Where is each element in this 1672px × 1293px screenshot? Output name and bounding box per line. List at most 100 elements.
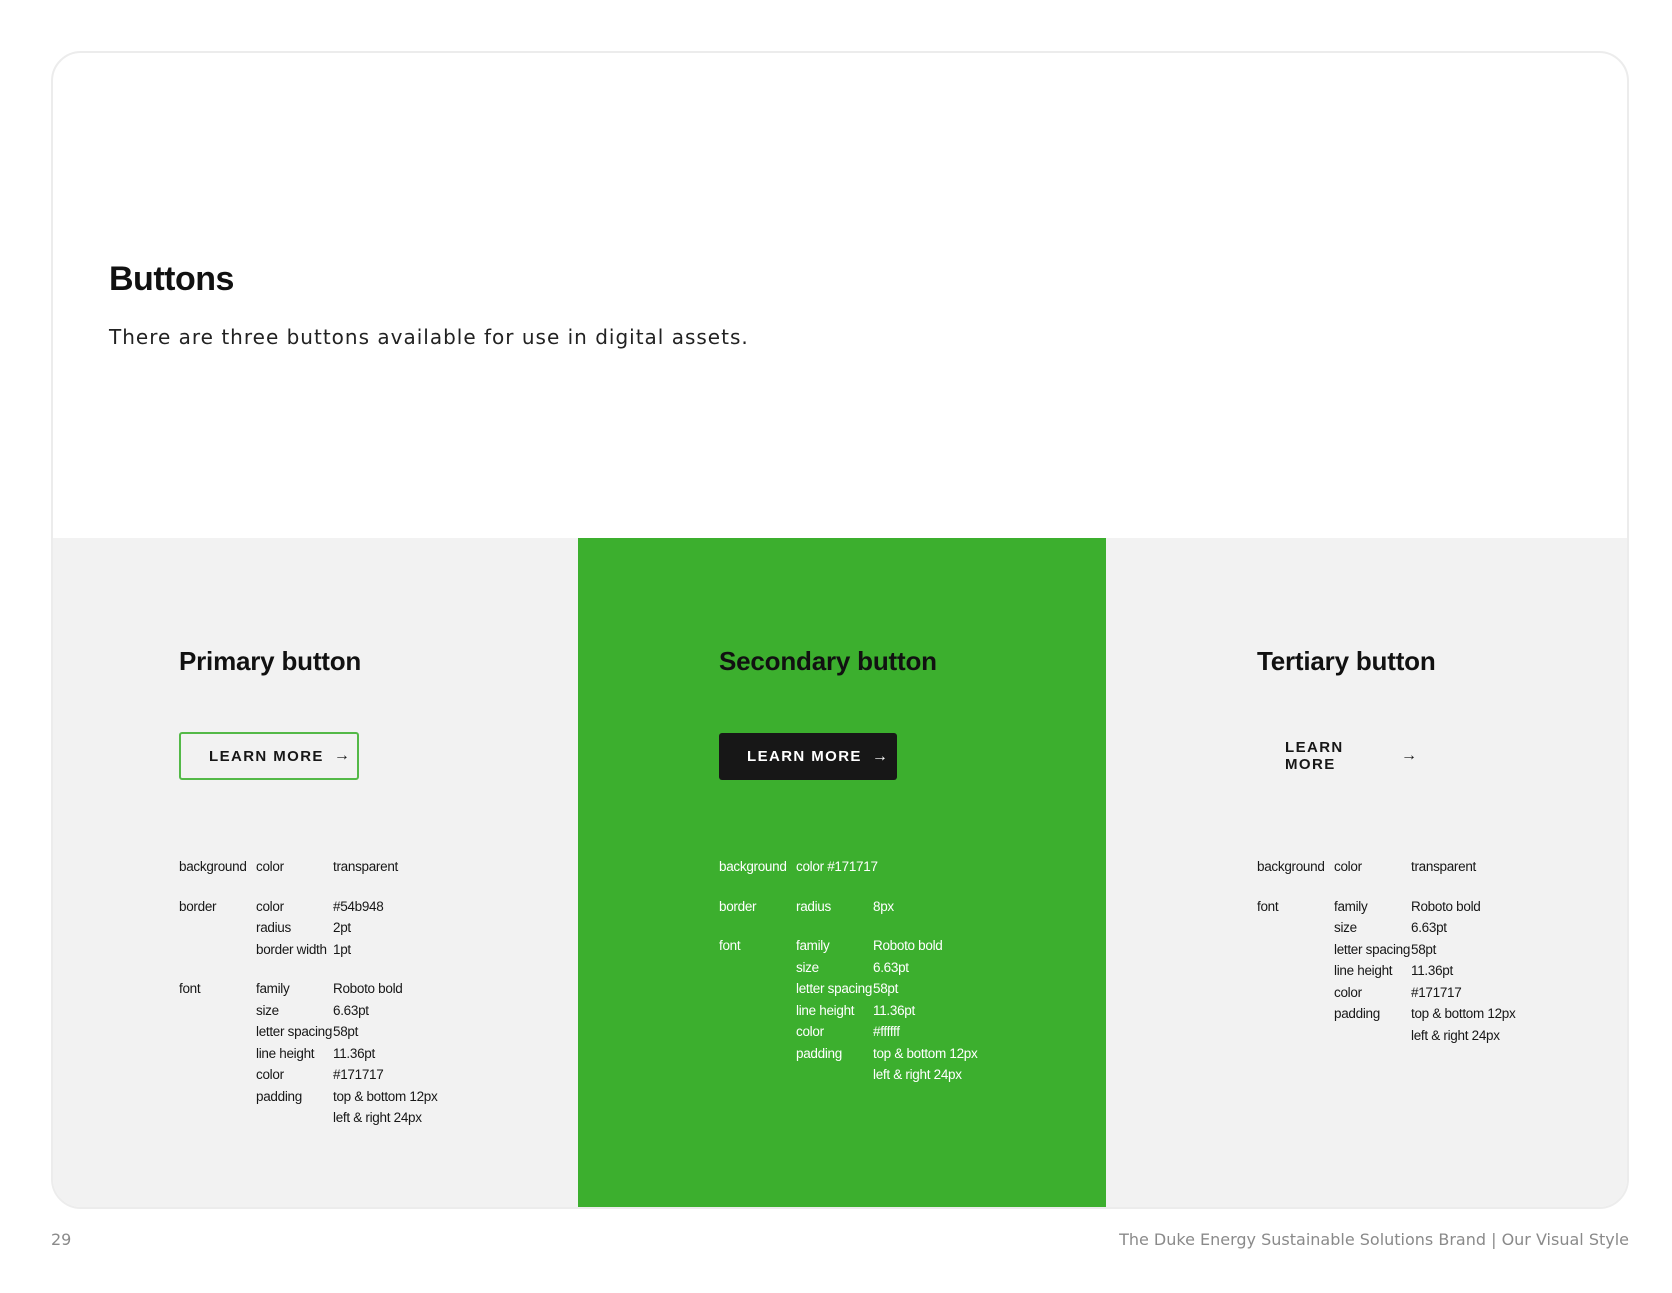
spec-row: color #ffffff <box>796 1021 977 1043</box>
spec-key: radius <box>796 898 831 914</box>
spec-rows: color #171717 <box>796 856 878 878</box>
spec-key: padding <box>796 1045 842 1061</box>
spec-key: color <box>1334 859 1362 874</box>
spec-key: color <box>1334 984 1362 1000</box>
spec-value: #171717 <box>333 1067 384 1082</box>
spec-key: color #171717 <box>796 859 878 874</box>
spec-value: 6.63pt <box>873 959 909 975</box>
spec-key: size <box>256 1002 279 1018</box>
arrow-right-icon: → <box>333 747 350 764</box>
spec-row: color #171717 <box>796 856 878 878</box>
spec-key: letter spacing <box>796 981 873 996</box>
spec-rows: color #54b948 radius 2pt border width 1pt <box>256 896 384 961</box>
spec-value: #ffffff <box>873 1024 900 1039</box>
secondary-button-label: LEARN MORE <box>747 748 862 765</box>
page-description: There are three buttons available for us… <box>109 325 749 349</box>
spec-value: transparent <box>333 859 398 874</box>
spec-key: color <box>256 859 284 874</box>
spec-group: background color transparent <box>179 856 437 878</box>
spec-key: letter spacing <box>1334 941 1411 957</box>
spec-row: color #171717 <box>256 1064 437 1086</box>
spec-key: line height <box>1334 963 1393 978</box>
spec-rows: family Roboto bold size 6.63pt letter spacin… <box>1334 896 1516 1047</box>
spec-row: letter spacing 58pt <box>796 978 977 1000</box>
spec-key: family <box>256 981 290 996</box>
spec-row: padding top & bottom 12px <box>796 1043 978 1065</box>
spec-category: background <box>719 859 787 874</box>
spec-row: family Roboto bold <box>256 978 437 1000</box>
primary-button-panel: Primary button LEARN MORE → background co… <box>53 538 578 1207</box>
spec-key: size <box>1334 920 1357 935</box>
secondary-button-title: Secondary button <box>719 646 937 676</box>
spec-row: size 6.63pt <box>1334 917 1515 939</box>
spec-key: line height <box>796 1002 855 1018</box>
spec-key: color <box>796 1024 824 1039</box>
spec-key: padding <box>1334 1006 1380 1021</box>
spec-key <box>256 1107 333 1129</box>
spec-group: font family Roboto bold size 6.63pt letter sp… <box>719 935 978 1086</box>
spec-value: 6.63pt <box>333 1002 369 1018</box>
spec-row: line height 11.36pt <box>1334 960 1515 982</box>
spec-row: line height 11.36pt <box>256 1043 437 1065</box>
spec-value: transparent <box>1411 859 1476 874</box>
spec-value: #54b948 <box>333 898 384 914</box>
arrow-right-icon: → <box>1401 747 1417 764</box>
spec-value: left & right 24px <box>1411 1027 1500 1043</box>
spec-row: radius 2pt <box>256 917 383 939</box>
arrow-right-icon: → <box>871 747 888 765</box>
tertiary-learn-more-button[interactable]: LEARN MORE → <box>1257 732 1417 780</box>
spec-row: padding top & bottom 12px <box>1334 1003 1516 1025</box>
spec-row: border width 1pt <box>256 939 383 961</box>
primary-learn-more-button[interactable]: LEARN MORE → <box>179 732 359 780</box>
spec-key: line height <box>256 1045 315 1061</box>
spec-row: left & right 24px <box>256 1107 437 1129</box>
spec-value: 58pt <box>873 981 899 996</box>
spec-row: left & right 24px <box>796 1064 977 1086</box>
spec-key <box>796 1064 873 1086</box>
spec-rows: radius 8px <box>796 896 894 918</box>
button-panels: Primary button LEARN MORE → background co… <box>53 538 1627 1207</box>
spec-value: top & bottom 12px <box>873 1045 978 1061</box>
spec-value: 8px <box>873 898 894 914</box>
spec-value: Roboto bold <box>1411 898 1481 914</box>
spec-row: line height 11.36pt <box>796 1000 977 1022</box>
spec-key: color <box>256 1067 284 1082</box>
spec-key <box>1334 1025 1411 1047</box>
spec-key: letter spacing <box>256 1024 333 1039</box>
page-title: Buttons <box>109 260 234 298</box>
spec-key: size <box>796 959 819 975</box>
primary-button-label: LEARN MORE <box>209 747 324 765</box>
tertiary-button-title: Tertiary button <box>1257 646 1436 676</box>
primary-specs: background color transparent border color #54… <box>179 856 438 1147</box>
spec-group: background color #171717 <box>719 856 977 878</box>
spec-category: background <box>1257 859 1325 874</box>
spec-value: Roboto bold <box>873 938 943 953</box>
secondary-learn-more-button[interactable]: LEARN MORE → <box>719 733 897 780</box>
spec-key: radius <box>256 920 291 935</box>
spec-value: #171717 <box>1411 984 1462 1000</box>
spec-category: border <box>719 898 757 914</box>
spec-category: font <box>179 981 201 996</box>
spec-group: font family Roboto bold size 6.63pt letter sp… <box>179 978 438 1129</box>
spec-value: left & right 24px <box>873 1067 962 1082</box>
page-number: 29 <box>51 1230 72 1249</box>
spec-value: 1pt <box>333 941 351 957</box>
secondary-specs: background color #171717 border radius 8px fo… <box>719 856 978 1104</box>
spec-row: size 6.63pt <box>256 1000 437 1022</box>
spec-row: family Roboto bold <box>796 935 977 957</box>
spec-row: family Roboto bold <box>1334 896 1515 918</box>
spec-rows: color transparent <box>256 856 398 878</box>
spec-value: 58pt <box>333 1024 359 1039</box>
spec-category: border <box>179 898 217 914</box>
document-title: The Duke Energy Sustainable Solutions Br… <box>1119 1230 1629 1249</box>
spec-value: Roboto bold <box>333 981 403 996</box>
spec-value: top & bottom 12px <box>333 1088 438 1104</box>
spec-value: 6.63pt <box>1411 920 1447 935</box>
page-card: Buttons There are three buttons availabl… <box>51 51 1629 1209</box>
spec-value: 11.36pt <box>1411 963 1453 978</box>
spec-key: padding <box>256 1088 302 1104</box>
spec-group: background color transparent <box>1257 856 1515 878</box>
spec-value: left & right 24px <box>333 1110 422 1125</box>
spec-value: top & bottom 12px <box>1411 1006 1516 1021</box>
spec-value: 58pt <box>1411 941 1437 957</box>
